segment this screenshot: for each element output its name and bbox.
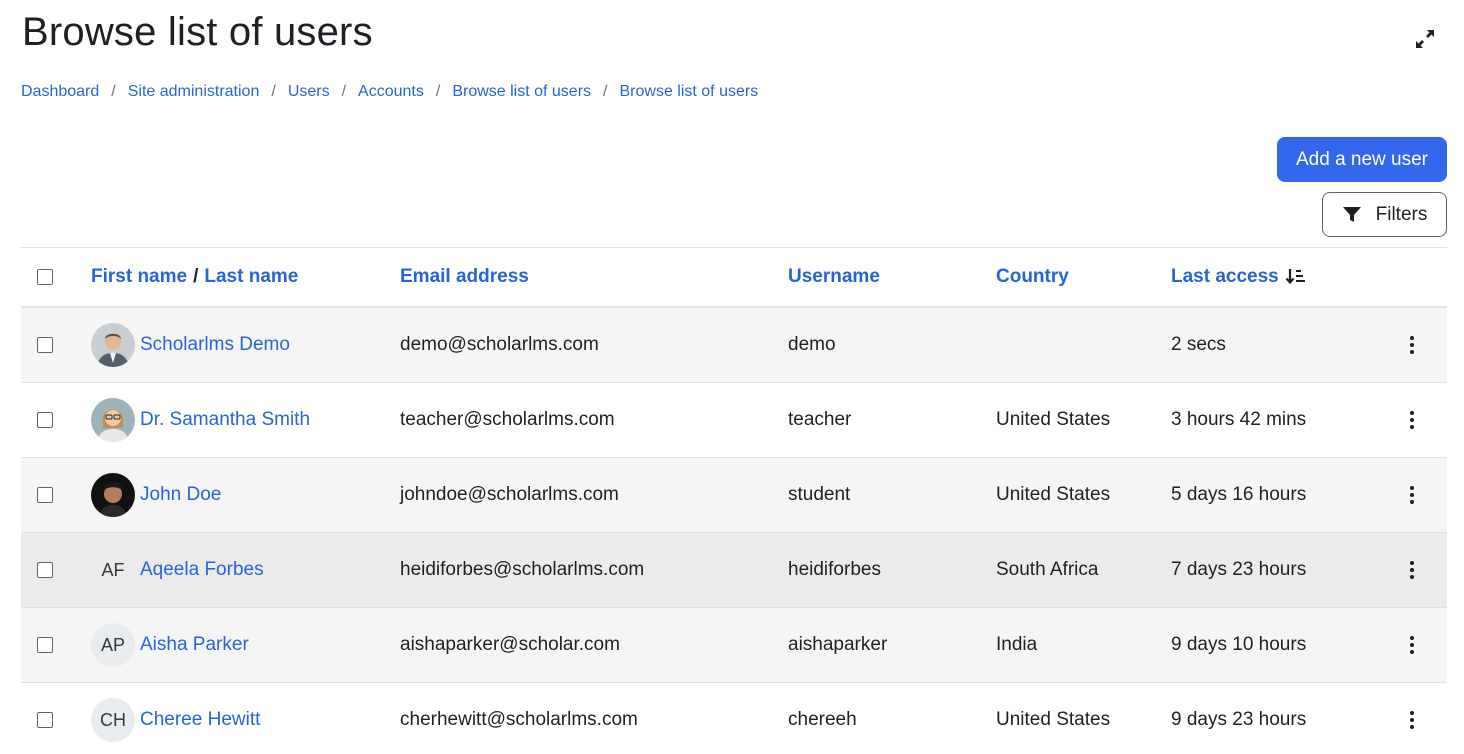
- table-row: Dr. Samantha Smith teacher@scholarlms.co…: [21, 383, 1447, 458]
- user-last-access: 9 days 10 hours: [1171, 634, 1307, 655]
- sort-last-name[interactable]: Last name: [204, 266, 298, 288]
- breadcrumb-accounts[interactable]: Accounts: [358, 83, 424, 101]
- user-name-link[interactable]: Dr. Samantha Smith: [140, 409, 310, 431]
- kebab-menu-icon[interactable]: [1410, 411, 1414, 429]
- row-checkbox[interactable]: [37, 637, 53, 653]
- user-username: student: [788, 484, 851, 505]
- table-row: CH Cheree Hewitt cherhewitt@scholarlms.c…: [21, 683, 1447, 754]
- user-last-access: 2 secs: [1171, 334, 1226, 355]
- user-country: United States: [996, 484, 1111, 505]
- user-country: South Africa: [996, 559, 1099, 580]
- breadcrumb-separator: /: [435, 83, 441, 100]
- filters-label: Filters: [1375, 203, 1428, 225]
- kebab-menu-icon[interactable]: [1410, 636, 1414, 654]
- avatar: AF: [101, 559, 125, 580]
- breadcrumb-users[interactable]: Users: [288, 83, 330, 101]
- sort-desc-icon[interactable]: [1285, 267, 1307, 287]
- breadcrumb-browse-list-current[interactable]: Browse list of users: [619, 83, 758, 101]
- avatar: [91, 473, 135, 517]
- filters-button[interactable]: Filters: [1322, 192, 1447, 237]
- sort-first-name[interactable]: First name: [91, 266, 187, 288]
- avatar: AP: [91, 623, 135, 667]
- user-name-link[interactable]: Aqeela Forbes: [140, 559, 264, 581]
- user-last-access: 9 days 23 hours: [1171, 709, 1307, 730]
- breadcrumb-dashboard[interactable]: Dashboard: [21, 83, 99, 101]
- page-title: Browse list of users: [22, 10, 373, 54]
- row-checkbox[interactable]: [37, 487, 53, 503]
- table-header-row: First name / Last name Email address Use…: [21, 248, 1447, 308]
- avatar: [91, 323, 135, 367]
- kebab-menu-icon[interactable]: [1410, 486, 1414, 504]
- user-name-link[interactable]: Cheree Hewitt: [140, 709, 260, 731]
- name-header: First name / Last name: [91, 248, 298, 306]
- kebab-menu-icon[interactable]: [1410, 561, 1414, 579]
- breadcrumb-browse-list[interactable]: Browse list of users: [452, 83, 591, 101]
- user-username: aishaparker: [788, 634, 888, 655]
- kebab-menu-icon[interactable]: [1410, 711, 1414, 729]
- breadcrumb-separator: /: [111, 83, 116, 100]
- user-username: demo: [788, 334, 836, 355]
- header-slash: /: [193, 266, 199, 287]
- user-country: United States: [996, 709, 1111, 730]
- row-checkbox[interactable]: [37, 562, 53, 578]
- table-row: AF Aqeela Forbes heidiforbes@scholarlms.…: [21, 533, 1447, 608]
- sort-email[interactable]: Email address: [400, 266, 529, 288]
- user-last-access: 7 days 23 hours: [1171, 559, 1307, 580]
- user-last-access: 5 days 16 hours: [1171, 484, 1307, 505]
- user-email: teacher@scholarlms.com: [400, 409, 615, 430]
- user-email: johndoe@scholarlms.com: [400, 484, 619, 505]
- row-checkbox[interactable]: [37, 412, 53, 428]
- table-row: AP Aisha Parker aishaparker@scholar.com …: [21, 608, 1447, 683]
- users-table: First name / Last name Email address Use…: [21, 247, 1447, 754]
- table-row: Scholarlms Demo demo@scholarlms.com demo…: [21, 308, 1447, 383]
- user-email: demo@scholarlms.com: [400, 334, 599, 355]
- user-email: cherhewitt@scholarlms.com: [400, 709, 638, 730]
- user-last-access: 3 hours 42 mins: [1171, 409, 1307, 430]
- filter-icon: [1342, 206, 1361, 222]
- row-checkbox[interactable]: [37, 712, 53, 728]
- user-username: teacher: [788, 409, 852, 430]
- sort-username[interactable]: Username: [788, 266, 880, 288]
- breadcrumb: Dashboard / Site administration / Users …: [21, 83, 758, 101]
- avatar: [91, 398, 135, 442]
- expand-button[interactable]: [1410, 24, 1440, 54]
- add-new-user-button[interactable]: Add a new user: [1277, 137, 1447, 182]
- select-all-checkbox[interactable]: [37, 269, 53, 285]
- row-checkbox[interactable]: [37, 337, 53, 353]
- sort-last-access[interactable]: Last access: [1171, 266, 1279, 288]
- expand-icon: [1416, 30, 1434, 48]
- user-email: heidiforbes@scholarlms.com: [400, 559, 645, 580]
- breadcrumb-site-administration[interactable]: Site administration: [128, 83, 260, 101]
- breadcrumb-separator: /: [271, 83, 276, 100]
- breadcrumb-separator: /: [603, 83, 608, 100]
- user-country: United States: [996, 409, 1111, 430]
- avatar: CH: [91, 698, 135, 742]
- user-name-link[interactable]: Aisha Parker: [140, 634, 249, 656]
- user-email: aishaparker@scholar.com: [400, 634, 620, 655]
- user-country: India: [996, 634, 1038, 655]
- user-username: heidiforbes: [788, 559, 881, 580]
- user-name-link[interactable]: John Doe: [140, 484, 221, 506]
- kebab-menu-icon[interactable]: [1410, 336, 1414, 354]
- breadcrumb-separator: /: [341, 83, 347, 100]
- user-username: chereeh: [788, 709, 857, 730]
- table-row: John Doe johndoe@scholarlms.com student …: [21, 458, 1447, 533]
- user-name-link[interactable]: Scholarlms Demo: [140, 334, 290, 356]
- sort-country[interactable]: Country: [996, 266, 1069, 288]
